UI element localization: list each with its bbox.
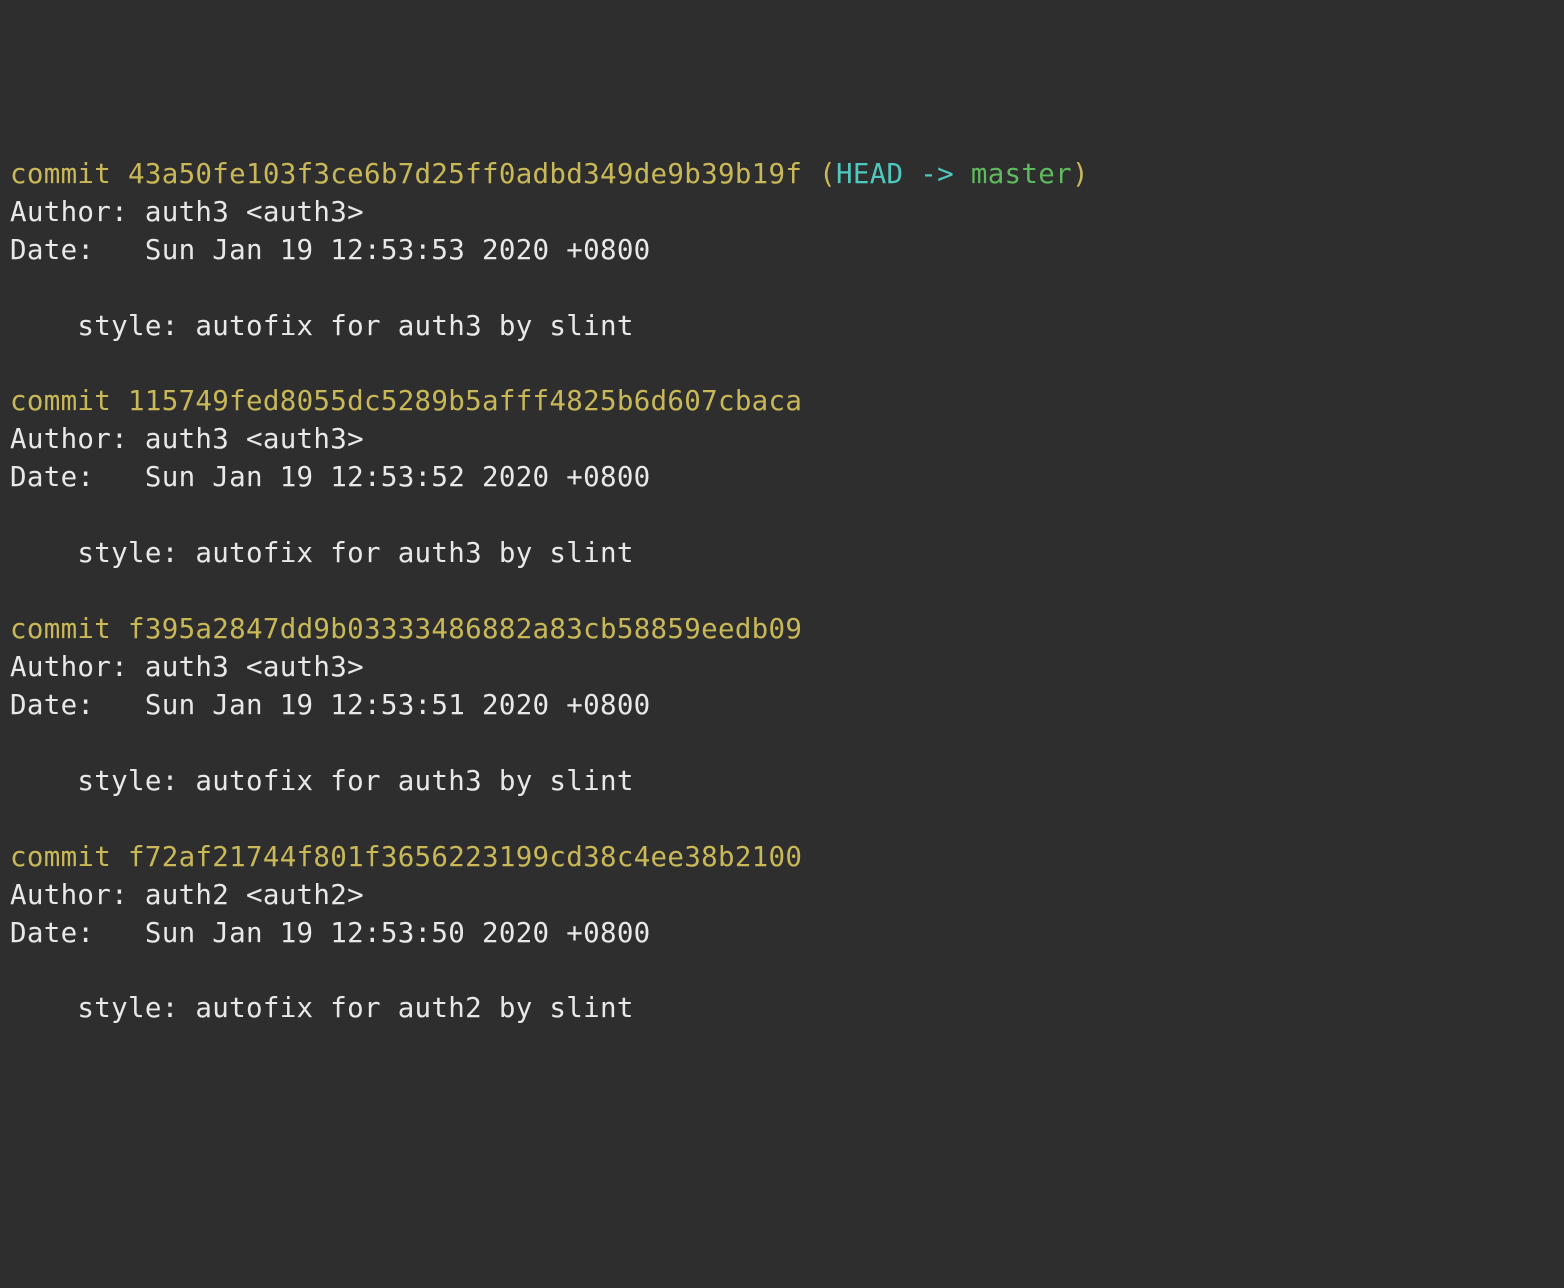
blank-line [10,1028,1554,1066]
commit-hash: f395a2847dd9b03333486882a83cb58859eedb09 [128,613,802,645]
commit-entry: commit f72af21744f801f3656223199cd38c4ee… [10,839,1554,1067]
commit-hash: f72af21744f801f3656223199cd38c4ee38b2100 [128,841,802,873]
blank-line [10,801,1554,839]
blank-line [10,270,1554,308]
blank-line [10,952,1554,990]
blank-line [10,725,1554,763]
commit-keyword: commit [10,158,111,190]
commit-line: commit 115749fed8055dc5289b5afff4825b6d6… [10,383,1554,421]
author-line: Author: auth3 <auth3> [10,421,1554,459]
date-line: Date: Sun Jan 19 12:53:53 2020 +0800 [10,232,1554,270]
commit-keyword: commit [10,385,111,417]
ref-close: ) [1072,158,1089,190]
author-line: Author: auth3 <auth3> [10,649,1554,687]
commit-hash: 43a50fe103f3ce6b7d25ff0adbd349de9b39b19f [128,158,802,190]
commit-message: style: autofix for auth3 by slint [10,308,1554,346]
commit-hash: 115749fed8055dc5289b5afff4825b6d607cbaca [128,385,802,417]
commit-line: commit f395a2847dd9b03333486882a83cb5885… [10,611,1554,649]
author-line: Author: auth3 <auth3> [10,194,1554,232]
commit-line: commit f72af21744f801f3656223199cd38c4ee… [10,839,1554,877]
commit-entry: commit 43a50fe103f3ce6b7d25ff0adbd349de9… [10,156,1554,384]
commit-entry: commit f395a2847dd9b03333486882a83cb5885… [10,611,1554,839]
commit-message: style: autofix for auth3 by slint [10,535,1554,573]
git-log-output: commit 43a50fe103f3ce6b7d25ff0adbd349de9… [10,156,1554,1067]
blank-line [10,345,1554,383]
commit-keyword: commit [10,841,111,873]
author-line: Author: auth2 <auth2> [10,877,1554,915]
blank-line [10,497,1554,535]
commit-message: style: autofix for auth2 by slint [10,990,1554,1028]
branch-ref: master [971,158,1072,190]
date-line: Date: Sun Jan 19 12:53:50 2020 +0800 [10,915,1554,953]
commit-message: style: autofix for auth3 by slint [10,763,1554,801]
date-line: Date: Sun Jan 19 12:53:52 2020 +0800 [10,459,1554,497]
date-line: Date: Sun Jan 19 12:53:51 2020 +0800 [10,687,1554,725]
head-ref: HEAD -> [836,158,971,190]
blank-line [10,573,1554,611]
commit-line: commit 43a50fe103f3ce6b7d25ff0adbd349de9… [10,156,1554,194]
ref-open: ( [802,158,836,190]
commit-entry: commit 115749fed8055dc5289b5afff4825b6d6… [10,383,1554,611]
commit-keyword: commit [10,613,111,645]
